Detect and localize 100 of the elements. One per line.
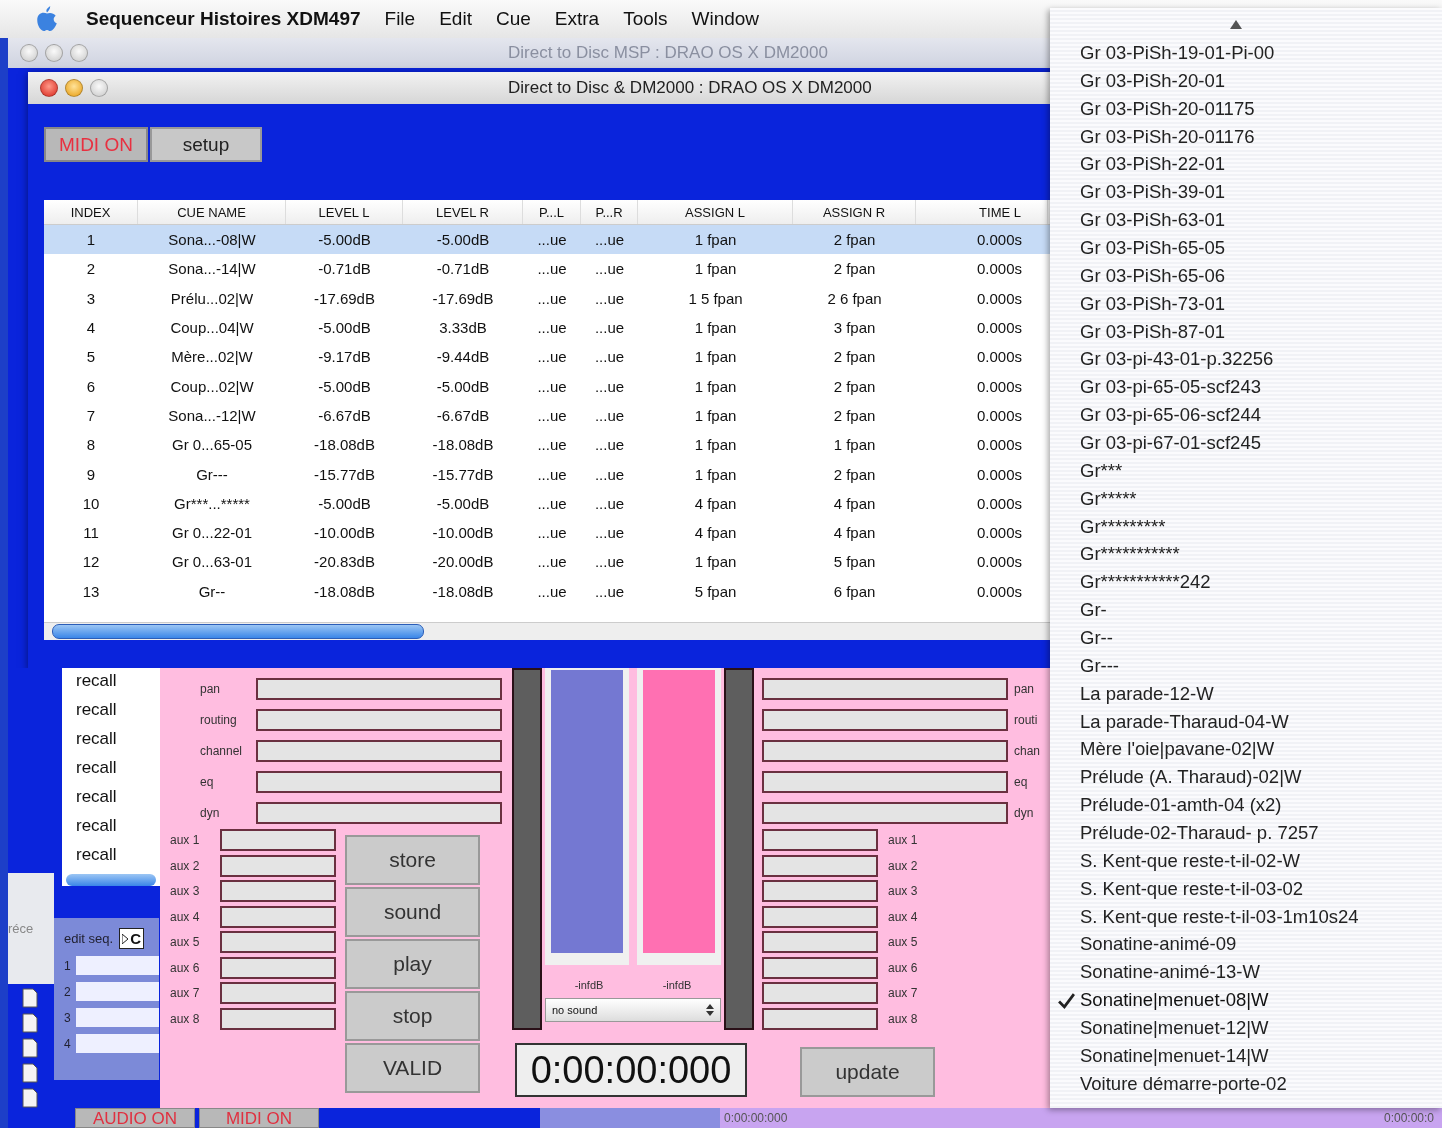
menu-item[interactable]: Gr 03-pi-65-05-scf243 xyxy=(1050,373,1442,402)
input-field[interactable] xyxy=(220,956,336,979)
column-header[interactable]: TIME L xyxy=(916,200,1048,224)
fader-track[interactable] xyxy=(512,668,542,1030)
input-field[interactable] xyxy=(220,905,336,928)
input-field[interactable] xyxy=(220,854,336,877)
column-header[interactable]: P...R xyxy=(581,200,638,224)
menu-item[interactable]: Gr 03-PiSh-20-01176 xyxy=(1050,122,1442,151)
file-icon[interactable] xyxy=(22,1063,38,1083)
menu-item[interactable]: Mère l'oie|pavane-02|W xyxy=(1050,735,1442,764)
fader-track[interactable] xyxy=(724,668,754,1030)
sequence-selector[interactable]: C xyxy=(119,928,144,949)
menu-item[interactable]: S. Kent-que reste-t-il-02-W xyxy=(1050,846,1442,875)
input-field[interactable] xyxy=(220,931,336,953)
column-header[interactable]: LEVEL L xyxy=(286,200,403,224)
recall-item[interactable]: recall xyxy=(76,670,160,691)
recall-item[interactable]: recall xyxy=(76,844,160,865)
input-field[interactable] xyxy=(75,1034,159,1053)
menu-item[interactable]: Gr 03-PiSh-20-01175 xyxy=(1050,94,1442,123)
menu-item[interactable]: Edit xyxy=(439,8,472,30)
menu-item[interactable]: Gr 03-PiSh-87-01 xyxy=(1050,317,1442,346)
column-header[interactable]: ASSIGN R xyxy=(793,200,916,224)
recall-item[interactable]: recall xyxy=(76,815,160,836)
menu-item[interactable]: Sonatine-animé-13-W xyxy=(1050,958,1442,987)
menu-item[interactable]: Sonatine|menuet-08|W xyxy=(1050,986,1442,1015)
menu-item[interactable]: Gr 03-PiSh-20-01 xyxy=(1050,66,1442,95)
input-field[interactable] xyxy=(256,802,502,824)
menu-item[interactable]: Sonatine-animé-09 xyxy=(1050,930,1442,959)
input-field[interactable] xyxy=(220,880,336,902)
input-field[interactable] xyxy=(762,982,878,1004)
input-field[interactable] xyxy=(75,956,159,975)
recall-item[interactable]: recall xyxy=(76,757,160,778)
input-field[interactable] xyxy=(762,771,1008,793)
menu-item[interactable]: La parade-Tharaud-04-W xyxy=(1050,707,1442,736)
menu-item[interactable]: Cue xyxy=(495,8,531,30)
menu-item[interactable]: Gr 03-pi-65-06-scf244 xyxy=(1050,401,1442,430)
recall-item[interactable]: recall xyxy=(76,728,160,749)
column-header[interactable]: ASSIGN L xyxy=(638,200,793,224)
menu-item[interactable]: Gr********* xyxy=(1050,512,1442,541)
action-button[interactable]: stop xyxy=(345,991,480,1041)
menu-item[interactable]: S. Kent-que reste-t-il-03-1m10s24 xyxy=(1050,902,1442,931)
menu-item[interactable]: Gr 03-pi-43-01-p.32256 xyxy=(1050,345,1442,374)
menu-item[interactable]: Prélude-02-Tharaud- p. 7257 xyxy=(1050,819,1442,847)
input-field[interactable] xyxy=(762,905,878,928)
menu-item[interactable]: Prélude-01-amth-04 (x2) xyxy=(1050,791,1442,820)
menu-item[interactable]: Gr 03-PiSh-22-01 xyxy=(1050,150,1442,179)
toggle-button[interactable]: setup xyxy=(150,127,262,162)
input-field[interactable] xyxy=(762,880,878,902)
menu-item[interactable]: Gr 03-PiSh-19-01-Pi-00 xyxy=(1050,39,1442,67)
column-header[interactable]: LEVEL R xyxy=(403,200,523,224)
menu-item[interactable]: La parade-12-W xyxy=(1050,679,1442,708)
menu-item[interactable]: Window xyxy=(691,8,760,30)
action-button[interactable]: store xyxy=(345,835,480,885)
input-field[interactable] xyxy=(220,982,336,1004)
input-field[interactable] xyxy=(256,771,502,793)
menu-item[interactable]: Gr 03-pi-67-01-scf245 xyxy=(1050,429,1442,457)
recall-item[interactable]: recall xyxy=(76,786,160,807)
input-field[interactable] xyxy=(762,678,1008,700)
input-field[interactable] xyxy=(762,931,878,953)
input-field[interactable] xyxy=(220,1007,336,1030)
column-header[interactable]: INDEX xyxy=(44,200,138,224)
app-name[interactable]: Sequenceur Histoires XDM497 xyxy=(86,8,361,30)
input-field[interactable] xyxy=(762,740,1008,762)
menu-item[interactable]: Gr- xyxy=(1050,596,1442,625)
menu-item[interactable]: Gr***********242 xyxy=(1050,568,1442,597)
menu-item[interactable]: Gr 03-PiSh-73-01 xyxy=(1050,289,1442,318)
menu-item[interactable]: File xyxy=(384,8,416,30)
recall-item[interactable]: recall xyxy=(76,699,160,720)
menu-item[interactable]: Gr***** xyxy=(1050,484,1442,513)
menu-item[interactable]: Gr-- xyxy=(1050,624,1442,652)
input-field[interactable] xyxy=(75,1008,159,1027)
file-icon[interactable] xyxy=(22,988,38,1008)
menu-item[interactable]: Prélude (A. Tharaud)-02|W xyxy=(1050,763,1442,792)
menu-item[interactable]: S. Kent-que reste-t-il-03-02 xyxy=(1050,874,1442,903)
menu-item[interactable]: Sonatine|menuet-14|W xyxy=(1050,1041,1442,1070)
close-button[interactable] xyxy=(40,79,58,97)
menu-item[interactable]: Gr 03-PiSh-39-01 xyxy=(1050,178,1442,207)
input-field[interactable] xyxy=(762,1007,878,1030)
scroll-thumb[interactable] xyxy=(66,874,156,886)
menu-item[interactable]: Voiture démarre-porte-02 xyxy=(1050,1069,1442,1098)
input-field[interactable] xyxy=(220,829,336,851)
scroll-thumb[interactable] xyxy=(52,624,424,639)
input-field[interactable] xyxy=(75,982,159,1001)
input-field[interactable] xyxy=(762,802,1008,824)
sound-dropdown[interactable]: no sound xyxy=(545,998,721,1022)
update-button[interactable]: update xyxy=(800,1046,935,1097)
menu-item[interactable]: Gr*********** xyxy=(1050,540,1442,569)
scroll-up-arrow-icon[interactable] xyxy=(1230,20,1242,29)
menu-item[interactable]: Extra xyxy=(554,8,600,30)
apple-icon[interactable] xyxy=(36,6,58,32)
minimize-button[interactable] xyxy=(65,79,83,97)
input-field[interactable] xyxy=(762,854,878,877)
column-header[interactable]: P...L xyxy=(523,200,581,224)
input-field[interactable] xyxy=(762,829,878,851)
file-icon[interactable] xyxy=(22,1088,38,1108)
input-field[interactable] xyxy=(256,678,502,700)
menu-item[interactable]: Gr--- xyxy=(1050,651,1442,680)
action-button[interactable]: sound xyxy=(345,887,480,937)
action-button[interactable]: VALID xyxy=(345,1043,480,1093)
column-header[interactable]: CUE NAME xyxy=(138,200,286,224)
